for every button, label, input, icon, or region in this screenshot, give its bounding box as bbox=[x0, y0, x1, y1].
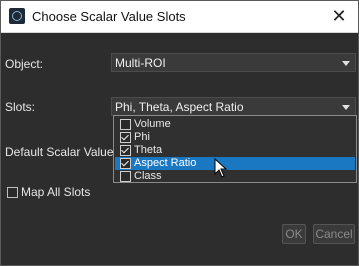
slots-label: Slots: bbox=[5, 100, 36, 114]
slots-value: Phi, Theta, Aspect Ratio bbox=[115, 100, 244, 114]
checked-checkbox-icon[interactable] bbox=[120, 158, 131, 169]
slot-option-label: Volume bbox=[134, 118, 171, 130]
slot-option-aspect-ratio[interactable]: Aspect Ratio bbox=[115, 157, 355, 170]
slot-option-theta[interactable]: Theta bbox=[115, 144, 355, 157]
choose-scalar-value-slots-dialog: Choose Scalar Value Slots ✕ Object: Mult… bbox=[0, 0, 359, 266]
slot-option-phi[interactable]: Phi bbox=[115, 131, 355, 144]
app-icon bbox=[9, 8, 25, 24]
chevron-down-icon bbox=[342, 105, 350, 110]
object-value: Multi-ROI bbox=[115, 56, 166, 70]
cancel-button[interactable]: Cancel bbox=[313, 224, 355, 244]
slots-dropdown-list: Volume Phi Theta Aspect Ratio Class bbox=[113, 115, 357, 183]
checkbox-icon[interactable] bbox=[120, 119, 131, 130]
ok-button[interactable]: OK bbox=[282, 224, 306, 244]
slot-option-label: Aspect Ratio bbox=[134, 157, 197, 169]
slot-option-label: Theta bbox=[134, 144, 163, 156]
chevron-down-icon bbox=[342, 61, 350, 66]
close-icon[interactable]: ✕ bbox=[328, 5, 350, 27]
slot-option-class[interactable]: Class bbox=[115, 170, 355, 183]
default-scalar-value-label: Default Scalar Value: bbox=[5, 145, 117, 159]
title-bar: Choose Scalar Value Slots ✕ bbox=[1, 1, 358, 33]
object-label: Object: bbox=[5, 57, 44, 71]
map-all-slots-checkbox[interactable] bbox=[7, 187, 18, 198]
checkbox-icon[interactable] bbox=[120, 171, 131, 182]
checked-checkbox-icon[interactable] bbox=[120, 145, 131, 156]
slot-option-volume[interactable]: Volume bbox=[115, 118, 355, 131]
slot-option-label: Phi bbox=[134, 131, 150, 143]
map-all-slots-label[interactable]: Map All Slots bbox=[21, 185, 90, 199]
slot-option-label: Class bbox=[134, 170, 162, 182]
mouse-cursor-icon bbox=[214, 158, 228, 178]
slots-combobox[interactable]: Phi, Theta, Aspect Ratio bbox=[111, 97, 356, 116]
checked-checkbox-icon[interactable] bbox=[120, 132, 131, 143]
object-combobox[interactable]: Multi-ROI bbox=[111, 53, 356, 72]
window-title: Choose Scalar Value Slots bbox=[32, 9, 186, 24]
